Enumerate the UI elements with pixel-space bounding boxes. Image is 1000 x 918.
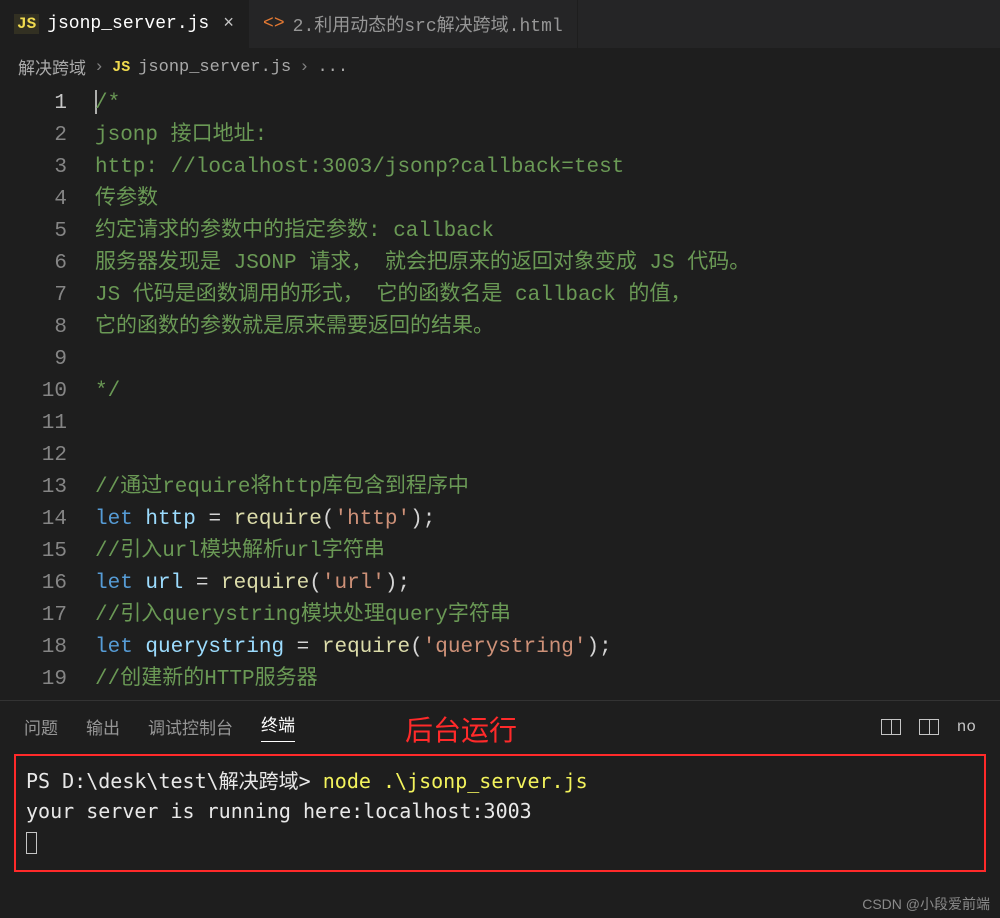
tab-label: jsonp_server.js bbox=[47, 14, 209, 34]
tab-label: 2.利用动态的src解决跨域.html bbox=[293, 11, 563, 37]
panel-selector-label[interactable]: no bbox=[957, 718, 976, 736]
code-editor[interactable]: 12345678910111213141516171819 /*jsonp 接口… bbox=[0, 86, 1000, 696]
terminal[interactable]: PS D:\desk\test\解决跨域> node .\jsonp_serve… bbox=[14, 754, 986, 872]
code-area[interactable]: /*jsonp 接口地址:http: //localhost:3003/json… bbox=[95, 88, 1000, 696]
terminal-cursor bbox=[26, 832, 37, 854]
breadcrumb-file: jsonp_server.js bbox=[138, 58, 291, 77]
split-panel-icon[interactable] bbox=[919, 719, 939, 735]
breadcrumb[interactable]: 解决跨域 › jsonp_server.js › ... bbox=[0, 48, 1000, 86]
terminal-prompt: PS D:\desk\test\解决跨域> bbox=[26, 769, 323, 793]
breadcrumb-folder: 解决跨域 bbox=[18, 54, 86, 80]
chevron-right-icon: › bbox=[94, 58, 104, 77]
bottom-panel: 问题 输出 调试控制台 终端 no 后台运行 PS D:\desk\test\解… bbox=[0, 700, 1000, 892]
terminal-command: node .\jsonp_server.js bbox=[323, 769, 588, 793]
panel-tab-problems[interactable]: 问题 bbox=[24, 714, 58, 740]
tab-html-file[interactable]: <> 2.利用动态的src解决跨域.html bbox=[249, 0, 578, 48]
panel-tab-output[interactable]: 输出 bbox=[86, 714, 120, 740]
split-editor-icon[interactable] bbox=[881, 719, 901, 735]
js-file-icon bbox=[14, 14, 39, 34]
js-file-icon bbox=[112, 59, 130, 76]
panel-tab-terminal[interactable]: 终端 bbox=[261, 711, 295, 742]
html-file-icon: <> bbox=[263, 14, 285, 34]
line-gutter: 12345678910111213141516171819 bbox=[0, 88, 95, 696]
panel-tab-debug[interactable]: 调试控制台 bbox=[148, 714, 233, 740]
watermark: CSDN @小段爱前端 bbox=[862, 894, 990, 914]
close-icon[interactable]: × bbox=[223, 14, 234, 34]
annotation-label: 后台运行 bbox=[405, 709, 517, 749]
chevron-right-icon: › bbox=[299, 58, 309, 77]
breadcrumb-tail: ... bbox=[317, 58, 348, 77]
tab-jsonp-server[interactable]: jsonp_server.js × bbox=[0, 0, 249, 48]
terminal-output: your server is running here:localhost:30… bbox=[26, 799, 532, 823]
editor-tabs: jsonp_server.js × <> 2.利用动态的src解决跨域.html bbox=[0, 0, 1000, 48]
